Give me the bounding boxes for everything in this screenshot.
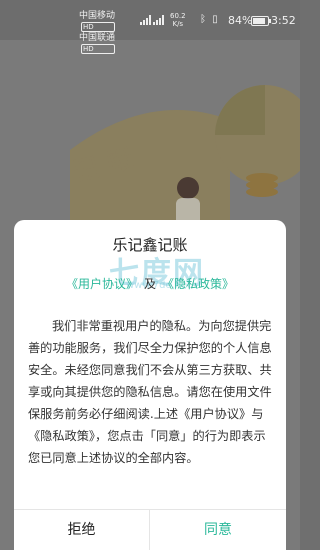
and-label: 及 — [143, 277, 156, 291]
battery-fill — [253, 18, 265, 24]
signal-icon — [153, 14, 165, 26]
agreement-links: 《用户协议》及《隐私政策》 — [14, 275, 286, 292]
status-icons: ᛒ ▯ — [200, 14, 218, 25]
status-bar: 中国移动 HD 中国联通 HD 60.2 K/s ᛒ ▯ 84% 3:52 — [0, 0, 300, 54]
hd-badge: HD — [81, 22, 116, 32]
battery-icon — [251, 16, 271, 26]
net-speed: 60.2 K/s — [170, 12, 186, 28]
privacy-dialog: 乐记鑫记账 七度网 www.7do.net 《用户协议》及《隐私政策》 我们非常… — [14, 220, 286, 550]
reject-button[interactable]: 拒绝 — [14, 510, 150, 550]
net-speed-value: 60.2 — [170, 12, 186, 20]
signal-icon — [140, 14, 152, 26]
dialog-buttons: 拒绝 同意 — [14, 509, 286, 550]
net-speed-unit: K/s — [172, 20, 184, 28]
background-illustration — [70, 85, 300, 240]
bluetooth-icon: ᛒ — [200, 14, 206, 25]
battery-percent: 84% — [228, 14, 253, 27]
carrier-1: 中国移动 — [79, 11, 116, 21]
dialog-body: 我们非常重视用户的隐私。为向您提供完善的功能服务，我们尽全力保护您的个人信息安全… — [28, 319, 272, 465]
clock: 3:52 — [271, 14, 296, 27]
screen: 中国移动 HD 中国联通 HD 60.2 K/s ᛒ ▯ 84% 3:52 记 账 — [0, 0, 300, 550]
user-agreement-link[interactable]: 《用户协议》 — [66, 277, 138, 291]
vibrate-icon: ▯ — [212, 14, 218, 25]
privacy-policy-link[interactable]: 《隐私政策》 — [162, 277, 234, 291]
agree-button[interactable]: 同意 — [150, 510, 286, 550]
